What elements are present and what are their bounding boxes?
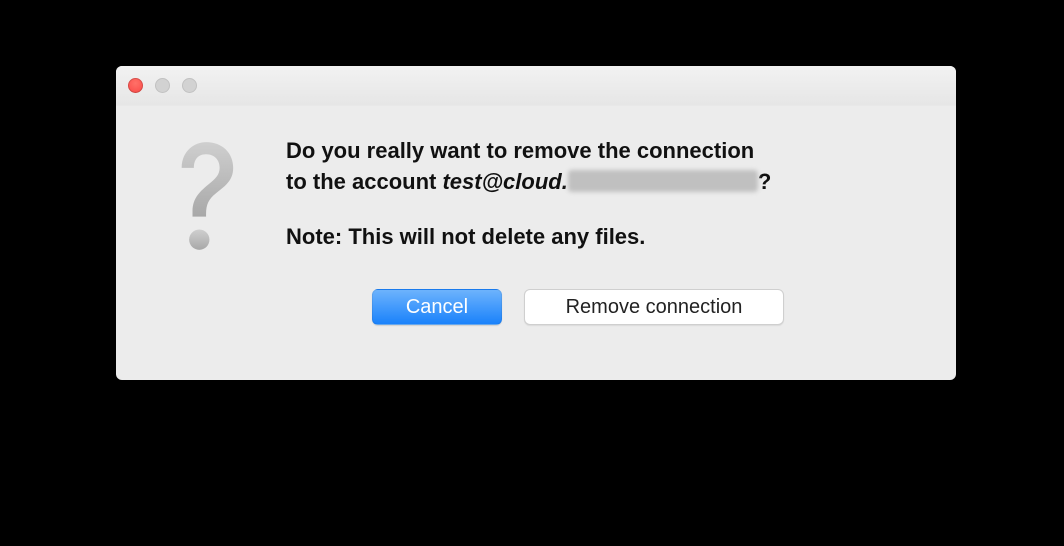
question-icon — [159, 138, 245, 265]
redacted-domain — [568, 170, 758, 192]
account-name: test@cloud. — [442, 169, 567, 194]
headline-line2-prefix: to the account — [286, 169, 442, 194]
titlebar — [116, 66, 956, 106]
dialog-headline-line2: to the account test@cloud.? — [286, 167, 920, 198]
headline-suffix: ? — [758, 169, 771, 194]
dialog-headline-line1: Do you really want to remove the connect… — [286, 136, 920, 167]
dialog-note: Note: This will not delete any files. — [286, 222, 920, 252]
remove-connection-button[interactable]: Remove connection — [524, 289, 784, 325]
minimize-window-button — [155, 78, 170, 93]
cancel-button[interactable]: Cancel — [372, 289, 502, 325]
dialog-content: Do you really want to remove the connect… — [116, 106, 956, 353]
dialog-buttons: Cancel Remove connection — [286, 289, 920, 325]
zoom-window-button — [182, 78, 197, 93]
confirmation-dialog: Do you really want to remove the connect… — [116, 66, 956, 380]
traffic-lights — [128, 78, 197, 93]
close-window-button[interactable] — [128, 78, 143, 93]
